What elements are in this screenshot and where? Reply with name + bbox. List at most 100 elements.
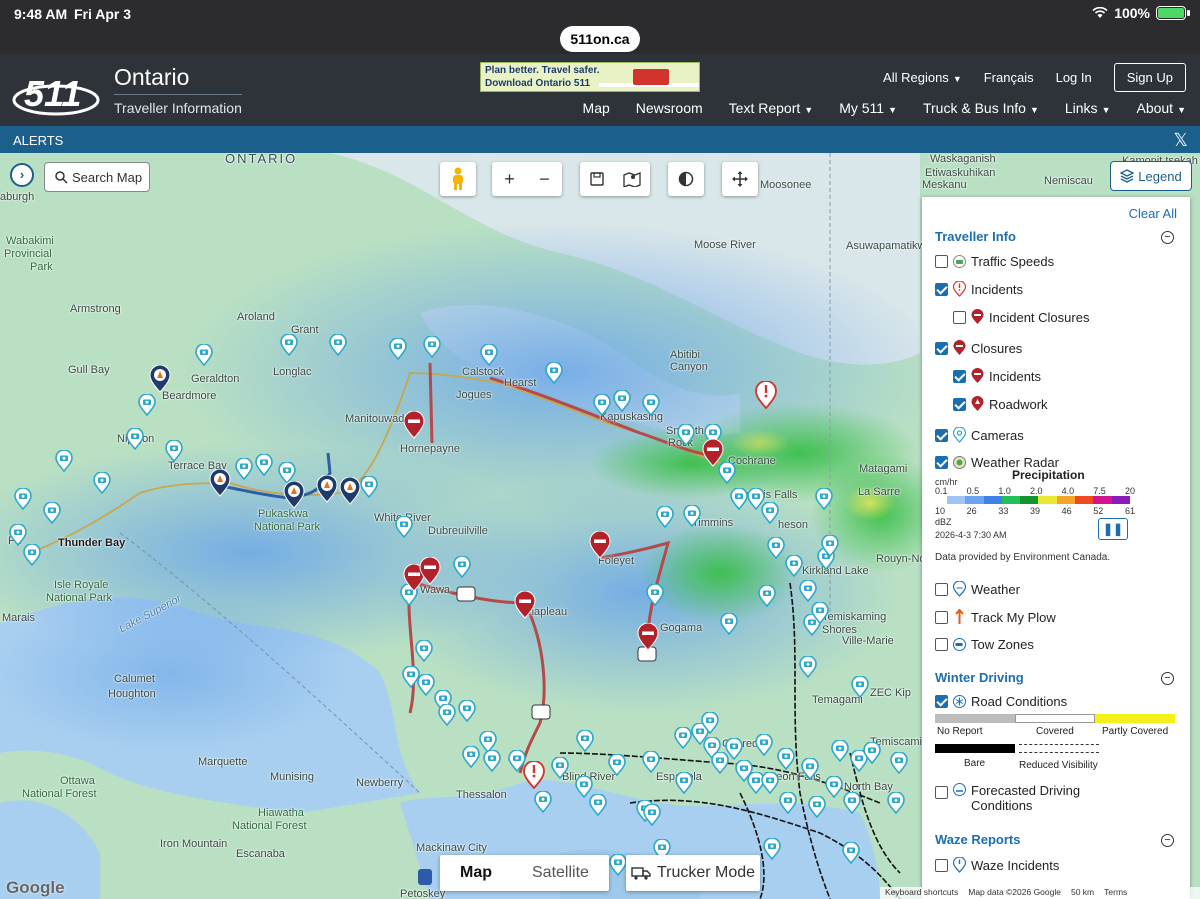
incident-marker-icon[interactable] (523, 761, 545, 789)
camera-marker-icon[interactable] (677, 424, 695, 446)
incident-marker-icon[interactable] (755, 381, 777, 409)
legend-button[interactable]: Legend (1110, 161, 1192, 191)
layer-tow-zones[interactable]: Tow Zones (935, 637, 1034, 652)
camera-marker-icon[interactable] (395, 516, 413, 538)
nav-about[interactable]: About ▼ (1136, 100, 1186, 116)
collapse-icon[interactable]: − (1161, 231, 1174, 244)
camera-marker-icon[interactable] (643, 804, 661, 826)
camera-marker-icon[interactable] (779, 792, 797, 814)
roadwork-marker-icon[interactable] (283, 481, 305, 509)
checkbox-checked[interactable] (935, 428, 948, 442)
roadwork-marker-icon[interactable] (339, 477, 361, 505)
camera-marker-icon[interactable] (799, 580, 817, 602)
camera-marker-icon[interactable] (23, 544, 41, 566)
pan-button[interactable] (722, 162, 758, 196)
layer-road-conditions[interactable]: Road Conditions (935, 694, 1067, 709)
camera-marker-icon[interactable] (720, 613, 738, 635)
camera-marker-icon[interactable] (811, 602, 829, 624)
camera-marker-icon[interactable] (730, 488, 748, 510)
checkbox[interactable] (953, 310, 966, 324)
layer-cameras[interactable]: Cameras (935, 427, 1024, 443)
alerts-bar[interactable]: ALERTS 𝕏 (0, 126, 1200, 153)
layer-closures[interactable]: Closures (935, 340, 1022, 356)
camera-marker-icon[interactable] (360, 476, 378, 498)
map-type-satellite[interactable]: Satellite (512, 855, 609, 891)
closure-marker-icon[interactable] (514, 591, 536, 619)
checkbox[interactable] (935, 610, 948, 624)
expand-sidebar-button[interactable]: › (10, 163, 34, 187)
camera-marker-icon[interactable] (887, 792, 905, 814)
camera-marker-icon[interactable] (329, 334, 347, 356)
camera-marker-icon[interactable] (195, 344, 213, 366)
layer-weather[interactable]: Weather (935, 581, 1020, 597)
camera-marker-icon[interactable] (9, 524, 27, 546)
camera-marker-icon[interactable] (235, 458, 253, 480)
roadwork-marker-icon[interactable] (316, 475, 338, 503)
camera-marker-icon[interactable] (683, 505, 701, 527)
camera-marker-icon[interactable] (43, 502, 61, 524)
camera-marker-icon[interactable] (821, 535, 839, 557)
camera-marker-icon[interactable] (799, 656, 817, 678)
map-type-map[interactable]: Map (440, 855, 512, 891)
save-icon[interactable] (589, 172, 604, 186)
checkbox-checked[interactable] (935, 695, 948, 708)
map-canvas[interactable]: ONTARIO aburgh Wabakimi Provincial Park … (0, 153, 1200, 899)
camera-marker-icon[interactable] (14, 488, 32, 510)
camera-marker-icon[interactable] (785, 555, 803, 577)
zoom-in-button[interactable]: + (504, 169, 515, 190)
camera-marker-icon[interactable] (458, 700, 476, 722)
camera-marker-icon[interactable] (165, 440, 183, 462)
camera-marker-icon[interactable] (863, 742, 881, 764)
checkbox[interactable] (935, 582, 948, 596)
collapse-icon[interactable]: − (1161, 834, 1174, 847)
checkbox-checked[interactable] (953, 397, 966, 411)
checkbox-checked[interactable] (953, 369, 966, 383)
x-social-icon[interactable]: 𝕏 (1173, 130, 1188, 151)
camera-marker-icon[interactable] (483, 750, 501, 772)
nav-text-report[interactable]: Text Report ▼ (729, 100, 814, 116)
layer-forecasted-driving[interactable]: Forecasted Driving Conditions (935, 783, 1080, 813)
layer-roadwork[interactable]: Roadwork (953, 396, 1048, 412)
camera-marker-icon[interactable] (761, 502, 779, 524)
camera-marker-icon[interactable] (843, 792, 861, 814)
checkbox-checked[interactable] (935, 341, 948, 355)
section-winter-driving[interactable]: Winter Driving (935, 670, 1024, 685)
contrast-button[interactable] (668, 162, 704, 196)
map-view-icon[interactable] (622, 171, 641, 187)
clear-all-link[interactable]: Clear All (1129, 206, 1177, 221)
camera-marker-icon[interactable] (255, 454, 273, 476)
roadwork-marker-icon[interactable] (149, 365, 171, 393)
checkbox[interactable] (935, 638, 948, 651)
camera-marker-icon[interactable] (825, 776, 843, 798)
camera-marker-icon[interactable] (831, 740, 849, 762)
camera-marker-icon[interactable] (576, 730, 594, 752)
camera-marker-icon[interactable] (758, 585, 776, 607)
terms-link[interactable]: Terms (1104, 887, 1127, 899)
closure-marker-icon[interactable] (702, 439, 724, 467)
camera-marker-icon[interactable] (675, 772, 693, 794)
section-waze-reports[interactable]: Waze Reports (935, 832, 1020, 847)
camera-marker-icon[interactable] (642, 751, 660, 773)
nav-map[interactable]: Map (583, 100, 610, 116)
nav-newsroom[interactable]: Newsroom (636, 100, 703, 116)
keyboard-shortcuts-link[interactable]: Keyboard shortcuts (885, 887, 958, 899)
511-logo[interactable]: 511 (10, 64, 102, 120)
camera-marker-icon[interactable] (613, 390, 631, 412)
camera-marker-icon[interactable] (808, 796, 826, 818)
nav-truck-bus[interactable]: Truck & Bus Info ▼ (923, 100, 1039, 116)
camera-marker-icon[interactable] (593, 394, 611, 416)
camera-marker-icon[interactable] (646, 584, 664, 606)
checkbox-checked[interactable] (935, 456, 948, 469)
camera-marker-icon[interactable] (534, 791, 552, 813)
camera-marker-icon[interactable] (609, 854, 627, 876)
camera-marker-icon[interactable] (842, 842, 860, 864)
camera-marker-icon[interactable] (138, 394, 156, 416)
camera-marker-icon[interactable] (415, 640, 433, 662)
camera-marker-icon[interactable] (761, 772, 779, 794)
layer-traffic-speeds[interactable]: Traffic Speeds (935, 254, 1054, 269)
camera-marker-icon[interactable] (890, 752, 908, 774)
signup-button[interactable]: Sign Up (1113, 62, 1186, 92)
app-ad-banner[interactable]: Plan better. Travel safer. Download Onta… (480, 62, 700, 92)
camera-marker-icon[interactable] (815, 488, 833, 510)
camera-marker-icon[interactable] (777, 748, 795, 770)
